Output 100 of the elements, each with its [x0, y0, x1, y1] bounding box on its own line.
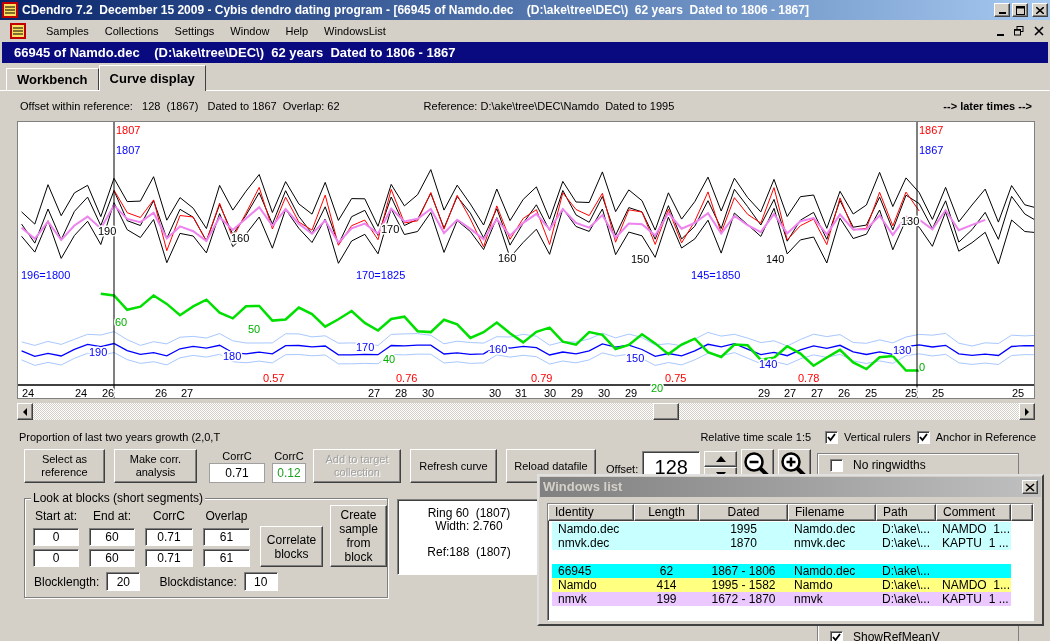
action-button[interactable]: Select as reference	[24, 449, 105, 483]
menu-item[interactable]: Samples	[38, 22, 97, 40]
width-text: Width: 2.760	[435, 520, 503, 533]
block-field[interactable]: 60	[89, 549, 135, 567]
sample-title: 66945 of Namdo.dec (D:\ake\tree\DEC\) 62 years Dated to 1806 - 1867	[14, 43, 456, 62]
minimize-icon	[998, 12, 1006, 14]
tab[interactable]: Workbench	[6, 68, 99, 90]
column-header[interactable]: Path	[876, 504, 936, 521]
block-field[interactable]: 0.71	[145, 549, 193, 567]
list-cell-text: 62	[658, 564, 675, 578]
later-times-link[interactable]: --> later times -->	[943, 97, 1032, 115]
sample-year-label: 1867	[919, 124, 944, 136]
corr-field[interactable]: 0.12	[272, 463, 306, 483]
close-icon	[1034, 26, 1044, 36]
list-cell-text: Namdo.dec	[793, 522, 857, 536]
mean-value-label: 140	[759, 358, 778, 370]
ring-count-label: 30	[421, 387, 435, 398]
list-row[interactable]: nmvk 199 1672 - 1870 nmvk D:\ake\... KAPTU 1 ...	[552, 592, 1011, 606]
column-header[interactable]: Filename	[788, 504, 876, 521]
checkbox-label: Anchor in Reference	[935, 429, 1036, 445]
scroll-thumb[interactable]	[653, 403, 679, 420]
list-cell-text: D:\ake\...	[881, 536, 932, 550]
column-header[interactable]: Comment	[936, 504, 1011, 521]
app-icon	[2, 2, 18, 18]
blocklength-field[interactable]: 20	[106, 572, 141, 591]
block-field[interactable]: 61	[203, 528, 250, 546]
correlation-label: 0.57	[263, 372, 285, 384]
list-cell-text: 1995 - 1582	[710, 578, 777, 592]
list-cell-text: 199	[655, 592, 678, 606]
growth-value-label: 0	[919, 361, 926, 373]
ring-count-label: 30	[543, 387, 557, 398]
ring-count-label: 28	[394, 387, 408, 398]
blockdistance-field[interactable]: 10	[243, 572, 278, 591]
ring-count-label: 27	[810, 387, 824, 398]
scroll-right-button[interactable]	[1019, 403, 1035, 420]
block-field[interactable]: 0.71	[145, 528, 193, 546]
field-label: Blockdistance:	[159, 573, 237, 591]
checkbox[interactable]	[825, 430, 839, 444]
list-row[interactable]: nmvk.dec 1870 nmvk.dec D:\ake\... KAPTU 1 ...	[552, 536, 1011, 550]
minimize-button[interactable]	[994, 3, 1010, 17]
ring-count-label: 29	[624, 387, 638, 398]
menu-item[interactable]: Help	[277, 22, 317, 40]
close-button[interactable]	[1032, 3, 1048, 17]
curve-value-label: 130	[901, 215, 920, 227]
menu-item[interactable]: Window	[222, 22, 278, 40]
ring-count-label: 25	[1011, 387, 1025, 398]
ring-count-label: 26	[154, 387, 168, 398]
menu-item[interactable]: WindowsList	[316, 22, 394, 40]
list-cell-text: Namdo.dec	[557, 522, 621, 536]
list-cell-text: D:\ake\...	[881, 564, 932, 578]
reference-year-label: 145=1850	[691, 269, 741, 281]
action-button[interactable]: Refresh curve	[410, 449, 497, 483]
ring-count-label: 24	[74, 387, 88, 398]
block-field[interactable]: 0	[33, 549, 79, 567]
close-button[interactable]	[1022, 480, 1038, 494]
tab[interactable]: Curve display	[98, 65, 206, 91]
list-cell-text: NAMDO 1...	[941, 522, 1011, 536]
scroll-left-button[interactable]	[17, 403, 33, 420]
list-row[interactable]: 66945 62 1867 - 1806 Namdo.dec D:\ake\...	[552, 564, 1011, 578]
list-cell-text: 1870	[729, 536, 758, 550]
block-field[interactable]: 0	[33, 528, 79, 546]
column-header[interactable]: Length	[634, 504, 699, 521]
column-header[interactable]: Identity	[548, 504, 634, 521]
list-cell-text: 1995	[729, 522, 758, 536]
column-header[interactable]: Dated	[699, 504, 788, 521]
ring-text: Ring 60 (1807)	[427, 507, 511, 520]
list-cell-text: D:\ake\...	[881, 592, 932, 606]
spin-up-button[interactable]	[704, 451, 738, 467]
list-row[interactable]: Namdo 414 1995 - 1582 Namdo D:\ake\... NAMDO 1...	[552, 578, 1011, 592]
correlation-label: 0.78	[798, 372, 820, 384]
checkbox[interactable]	[830, 630, 843, 641]
mean-value-label: 150	[626, 352, 645, 364]
ring-count-label: 30	[488, 387, 502, 398]
restore-icon	[1014, 26, 1024, 36]
block-field[interactable]: 61	[203, 549, 250, 567]
list-cell-text: Namdo	[557, 578, 598, 592]
list-cell-text: 66945	[557, 564, 593, 578]
block-field[interactable]: 60	[89, 528, 135, 546]
proportion-text: Proportion of last two years growth (2,0,T	[19, 429, 221, 445]
checkbox[interactable]	[830, 458, 843, 472]
growth-value-label: 50	[248, 323, 261, 335]
menu-item[interactable]: Collections	[96, 22, 167, 40]
corr-field[interactable]: 0.71	[209, 463, 265, 483]
field-label: CorrC	[274, 450, 304, 462]
up-arrow-icon	[715, 456, 726, 462]
maximize-button[interactable]	[1012, 3, 1028, 17]
column-label: End at:	[93, 509, 131, 523]
list-cell-text: 414	[655, 578, 678, 592]
checkbox[interactable]	[916, 430, 930, 444]
ring-count-label: 27	[783, 387, 797, 398]
list-row[interactable]: Namdo.dec 1995 Namdo.dec D:\ake\... NAMDO 1...	[552, 522, 1011, 536]
action-button[interactable]: Make corr. analysis	[114, 449, 197, 483]
create-sample-button[interactable]: Create sample from block	[330, 505, 387, 567]
column-header[interactable]	[1011, 504, 1033, 521]
correlate-blocks-button[interactable]: Correlate blocks	[260, 526, 323, 567]
menu-item[interactable]: Settings	[166, 22, 223, 40]
horizontal-scrollbar[interactable]	[17, 403, 1035, 420]
reference-year-label: 196=1800	[21, 269, 71, 281]
sample-year-label: 1807	[116, 124, 141, 136]
list-cell-text: D:\ake\...	[881, 578, 932, 592]
